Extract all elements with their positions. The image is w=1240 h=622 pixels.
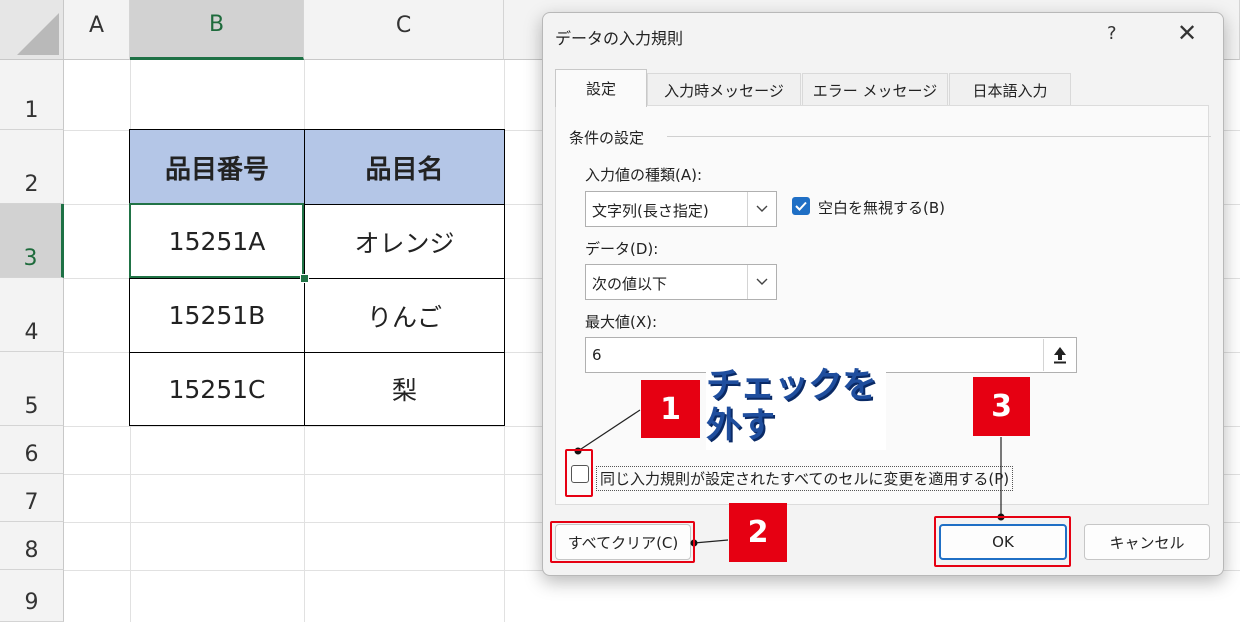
highlight-clear-all-button <box>550 521 695 563</box>
step-badge-3: 3 <box>973 377 1030 436</box>
callout-line-2: 外す <box>706 406 775 446</box>
step-badge-1: 1 <box>641 380 700 438</box>
highlight-apply-all-checkbox <box>565 449 593 497</box>
annotation-callout: チェックを 外す <box>706 366 886 450</box>
step-badge-2: 2 <box>729 503 787 562</box>
highlight-ok-button <box>934 516 1071 567</box>
callout-line-1: チェックを <box>706 366 877 406</box>
